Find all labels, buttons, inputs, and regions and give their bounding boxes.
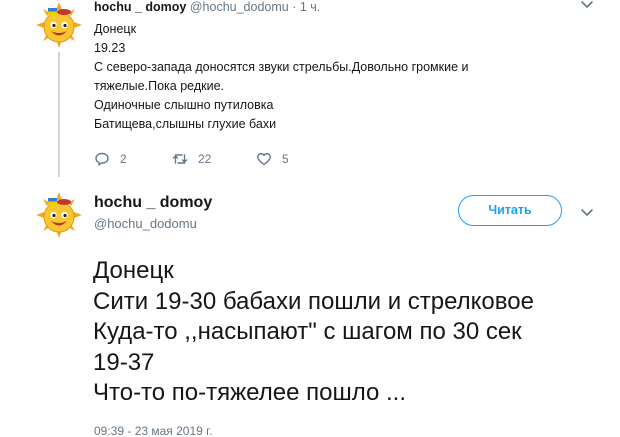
reply-icon	[95, 152, 109, 166]
main-text-line: Сити 19-30 бабахи пошли и стрелковое	[93, 287, 534, 315]
main-text-line: Что-то по-тяжелее пошло ...	[93, 379, 406, 406]
reply-button[interactable]: 2	[94, 151, 127, 167]
chevron-down-icon[interactable]	[580, 208, 594, 218]
parent-handle[interactable]: @hochu_dodomu	[190, 0, 289, 14]
main-handle[interactable]: @hochu_dodomu	[94, 216, 197, 231]
retweet-button[interactable]: 22	[172, 151, 211, 167]
like-count: 5	[282, 152, 289, 166]
parent-display-name[interactable]: hochu _ domoy	[94, 0, 186, 14]
retweet-count: 22	[198, 152, 212, 166]
main-tweet-avatar[interactable]	[34, 190, 84, 240]
tweet-timestamp[interactable]: 09:39 - 23 мая 2019 г.	[94, 424, 212, 437]
retweet-icon	[172, 154, 188, 164]
sun-smiley-icon	[34, 190, 84, 240]
main-text-line: Куда-то ,,насыпают" с шагом по 30 сек	[93, 318, 522, 345]
heart-icon	[257, 152, 271, 166]
parent-tweet-avatar[interactable]	[34, 0, 84, 50]
main-text-line: Донецк	[93, 257, 174, 284]
follow-button[interactable]: Читать	[458, 195, 562, 226]
parent-tweet-header: hochu _ domoy @hochu_dodomu · 1 ч.	[94, 0, 320, 14]
chevron-down-icon[interactable]	[580, 0, 594, 10]
sun-smiley-icon	[34, 0, 84, 50]
parent-text-line: 19.23	[94, 41, 126, 55]
parent-text-line: Одиночные слышно путиловка	[94, 98, 274, 112]
parent-text-line: Донецк	[94, 22, 137, 36]
parent-meta-separator: ·	[292, 0, 297, 14]
like-button[interactable]: 5	[256, 151, 289, 167]
reply-count: 2	[120, 152, 127, 166]
parent-tweet-text: Донецк 19.23 С северо-запада доносятся з…	[94, 20, 574, 134]
parent-text-line: тяжелые.Пока редкие.	[94, 79, 224, 93]
thread-connector-line	[58, 52, 60, 177]
parent-time[interactable]: 1 ч.	[300, 0, 320, 14]
parent-text-line: Батищева,слышны глухие бахи	[94, 117, 277, 131]
main-tweet-text: Донецк Сити 19-30 бабахи пошли и стрелко…	[93, 256, 613, 409]
parent-text-line: С северо-запада доносятся звуки стрельбы…	[94, 60, 469, 74]
main-display-name[interactable]: hochu _ domoy	[94, 194, 212, 212]
main-text-line: 19-37	[93, 348, 155, 376]
